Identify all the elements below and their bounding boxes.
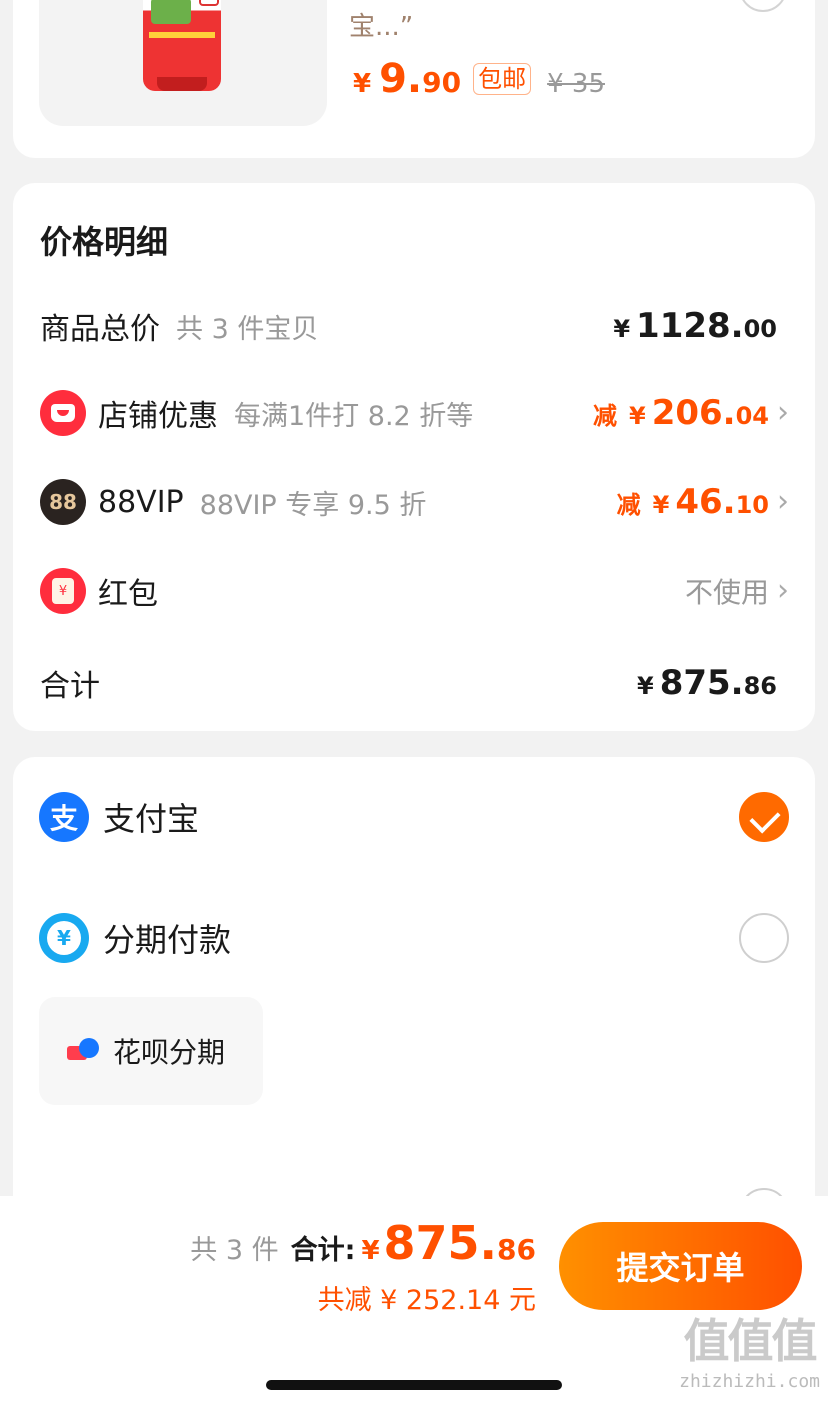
product-card: 宝...” ¥ 9. 90 包邮 ¥ 35 [13, 0, 815, 158]
checkout-total-label: 合计: [290, 1235, 356, 1266]
installment-radio[interactable] [739, 913, 789, 963]
shop-discount-label: 店铺优惠 [98, 399, 218, 434]
checkout-total: 共 3 件 合计: ¥ 875. 86 [190, 1216, 536, 1270]
amount-decimal: 04 [735, 402, 769, 430]
red-packet-row[interactable]: ¥ 红包 不使用 › [13, 561, 815, 621]
checkout-bar: 共 3 件 合计: ¥ 875. 86 共减 ¥ 252.14 元 提交订单 值… [0, 1196, 828, 1406]
goods-total-row: 商品总价 共 3 件宝贝 ¥ 1128. 00 [13, 296, 815, 356]
price-detail-title: 价格明细 [40, 223, 169, 261]
installment-glyph: ¥ [47, 921, 81, 955]
checkout-total-decimal: 86 [497, 1233, 536, 1266]
submit-order-button[interactable]: 提交订单 [559, 1222, 802, 1310]
goods-total-amount: ¥ 1128. 00 [613, 306, 777, 346]
amount-decimal: 86 [743, 672, 777, 700]
currency-symbol: ¥ [629, 402, 646, 430]
price-integer: 9. [379, 56, 423, 102]
product-description: 宝...” [349, 12, 414, 42]
red-packet-value: 不使用 [684, 576, 769, 609]
currency-symbol: ¥ [652, 491, 670, 519]
huabei-icon [67, 1038, 101, 1064]
product-image [143, 0, 221, 91]
vip-label: 88VIP [98, 484, 184, 520]
checkout-total-integer: 875. [383, 1216, 498, 1270]
original-price: ¥ 35 [547, 69, 605, 99]
watermark-url: zhizhizhi.com [679, 1371, 820, 1392]
vip-discount-amount: 减 ¥ 46. 10 [617, 482, 769, 522]
product-thumbnail[interactable] [39, 0, 327, 126]
home-indicator [266, 1380, 562, 1390]
amount-integer: 1128. [636, 306, 744, 346]
checkout-saved-amount: 共减 ¥ 252.14 元 [317, 1285, 536, 1316]
minus-prefix: 减 [616, 491, 641, 519]
total-label: 合计 [40, 669, 100, 704]
red-packet-label: 红包 [98, 577, 158, 612]
product-select-radio[interactable] [739, 0, 787, 12]
payment-option-installment[interactable]: ¥ 分期付款 [13, 908, 815, 968]
vip-discount-row[interactable]: 88 88VIP 88VIP 专享 9.5 折 减 ¥ 46. 10 › [13, 472, 815, 532]
shop-icon [40, 390, 86, 436]
amount-decimal: 00 [743, 315, 777, 343]
checkout-item-count: 共 3 件 [190, 1235, 279, 1266]
red-packet-glyph: ¥ [52, 578, 74, 604]
shop-discount-desc: 每满1件打 8.2 折等 [234, 400, 474, 432]
payment-option-alipay[interactable]: 支 支付宝 [13, 787, 815, 847]
alipay-label: 支付宝 [103, 800, 200, 838]
amount-integer: 206. [651, 393, 736, 433]
product-price: ¥ 9. 90 包邮 ¥ 35 [353, 56, 605, 102]
huabei-installment-option[interactable]: 花呗分期 [39, 997, 263, 1105]
price-symbol: ¥ [353, 69, 372, 99]
watermark-logo: 值值值 [683, 1314, 818, 1368]
goods-total-label: 商品总价 [40, 312, 160, 347]
chevron-right-icon: › [777, 484, 789, 519]
huabei-label: 花呗分期 [113, 1036, 226, 1069]
shop-discount-row[interactable]: 店铺优惠 每满1件打 8.2 折等 减 ¥ 206. 04 › [13, 383, 815, 443]
minus-prefix: 减 [593, 402, 617, 430]
amount-integer: 875. [659, 663, 744, 703]
watermark: 值值值 zhizhizhi.com [679, 1305, 820, 1392]
installment-label: 分期付款 [103, 921, 232, 959]
total-row: 合计 ¥ 875. 86 [13, 653, 815, 713]
price-decimal: 90 [422, 66, 462, 99]
total-amount: ¥ 875. 86 [637, 663, 777, 703]
installment-icon: ¥ [39, 913, 89, 963]
red-packet-icon: ¥ [40, 568, 86, 614]
alipay-icon: 支 [39, 792, 89, 842]
goods-total-count: 共 3 件宝贝 [176, 313, 319, 345]
price-detail-card: 价格明细 商品总价 共 3 件宝贝 ¥ 1128. 00 店铺优惠 每满1件打 … [13, 183, 815, 731]
free-shipping-tag: 包邮 [473, 63, 532, 95]
amount-integer: 46. [675, 482, 736, 522]
vip-desc: 88VIP 专享 9.5 折 [199, 489, 427, 521]
currency-symbol: ¥ [361, 1236, 380, 1266]
currency-symbol: ¥ [613, 315, 631, 343]
currency-symbol: ¥ [637, 672, 654, 700]
alipay-radio-checked[interactable] [739, 792, 789, 842]
chevron-right-icon: › [777, 573, 789, 608]
vip-88-icon: 88 [40, 479, 86, 525]
chevron-right-icon: › [777, 395, 789, 430]
amount-decimal: 10 [735, 491, 769, 519]
shop-discount-amount: 减 ¥ 206. 04 [593, 393, 769, 433]
